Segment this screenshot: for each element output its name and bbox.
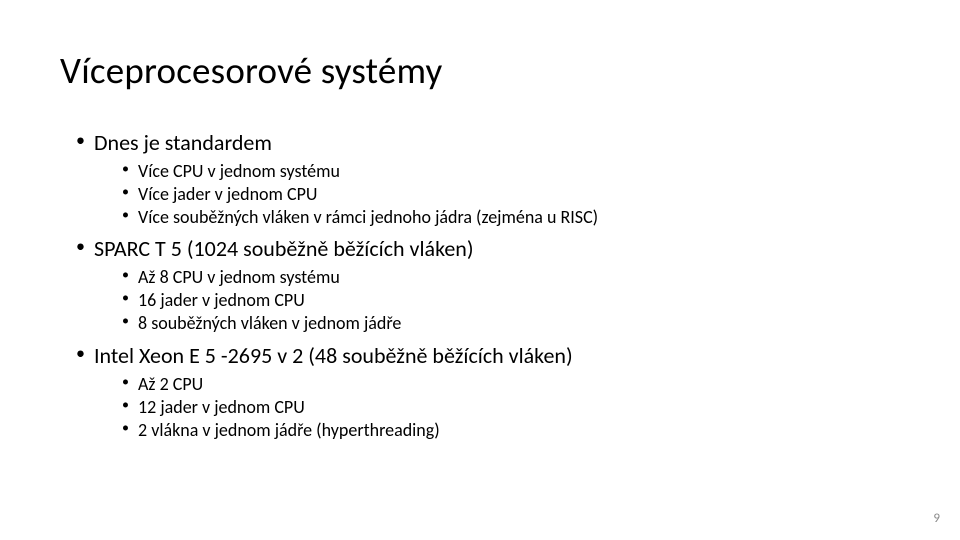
bullet-text: Více jader v jednom CPU — [138, 183, 317, 205]
bullet-text: Více CPU v jednom systému — [138, 160, 340, 182]
list-item: Dnes je standardem Více CPU v jednom sys… — [76, 129, 900, 229]
list-item: 12 jader v jednom CPU — [122, 396, 900, 419]
bullet-text: 16 jader v jednom CPU — [138, 289, 305, 311]
slide: Víceprocesorové systémy Dnes je standard… — [0, 0, 960, 540]
bullet-text: Až 8 CPU v jednom systému — [138, 266, 340, 288]
bullet-text: 2 vlákna v jednom jádře (hyperthreading) — [138, 419, 440, 441]
list-item: Až 2 CPU — [122, 373, 900, 396]
bullet-text: Více souběžných vláken v rámci jednoho j… — [138, 206, 598, 228]
list-item: 8 souběžných vláken v jednom jádře — [122, 312, 900, 335]
list-item: SPARC T 5 (1024 souběžně běžících vláken… — [76, 235, 900, 335]
bullet-text: SPARC T 5 (1024 souběžně běžících vláken… — [94, 235, 474, 262]
page-number: 9 — [933, 511, 940, 526]
bullet-text: Intel Xeon E 5 -2695 v 2 (48 souběžně bě… — [94, 342, 573, 369]
bullet-list-level2: Až 2 CPU 12 jader v jednom CPU 2 vlákna … — [94, 373, 900, 442]
bullet-text: Až 2 CPU — [138, 373, 203, 395]
list-item: Více jader v jednom CPU — [122, 183, 900, 206]
slide-content: Dnes je standardem Více CPU v jednom sys… — [60, 129, 900, 442]
list-item: 16 jader v jednom CPU — [122, 289, 900, 312]
list-item: Až 8 CPU v jednom systému — [122, 266, 900, 289]
slide-title: Víceprocesorové systémy — [60, 48, 900, 93]
bullet-text: 8 souběžných vláken v jednom jádře — [138, 312, 401, 334]
bullet-list-level1: Dnes je standardem Více CPU v jednom sys… — [60, 129, 900, 442]
bullet-list-level2: Až 8 CPU v jednom systému 16 jader v jed… — [94, 266, 900, 335]
list-item: 2 vlákna v jednom jádře (hyperthreading) — [122, 419, 900, 442]
list-item: Více souběžných vláken v rámci jednoho j… — [122, 206, 900, 229]
bullet-text: Dnes je standardem — [94, 129, 272, 156]
bullet-list-level2: Více CPU v jednom systému Více jader v j… — [94, 160, 900, 229]
list-item: Intel Xeon E 5 -2695 v 2 (48 souběžně bě… — [76, 342, 900, 442]
bullet-text: 12 jader v jednom CPU — [138, 396, 305, 418]
list-item: Více CPU v jednom systému — [122, 160, 900, 183]
